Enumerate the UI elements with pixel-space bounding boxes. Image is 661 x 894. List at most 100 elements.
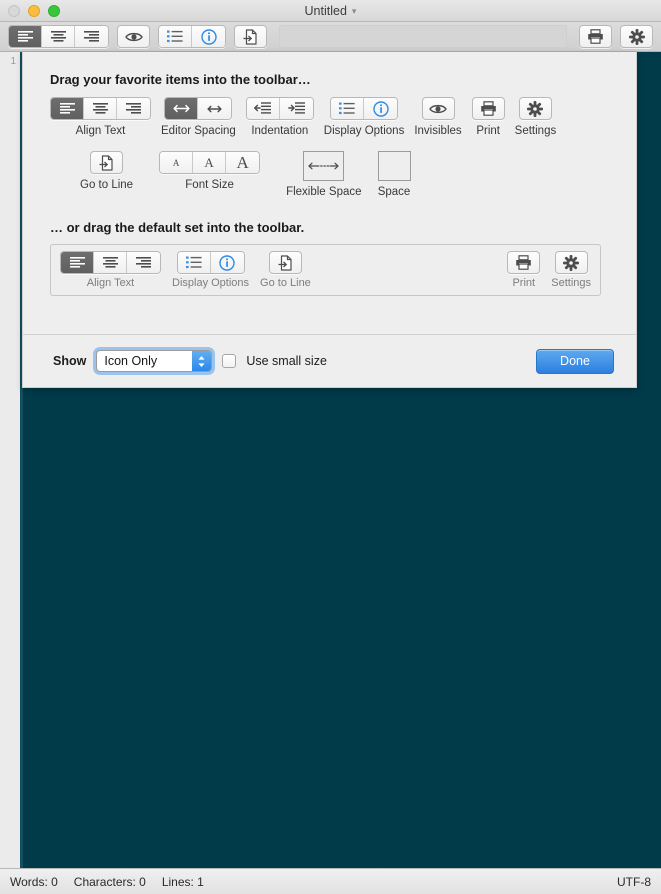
palette-item-font-size[interactable]: A A A Font Size: [159, 151, 261, 191]
palette-item-invisibles[interactable]: Invisibles: [414, 97, 462, 137]
go-to-line-button[interactable]: [268, 251, 302, 274]
arrows-horizontal-small-button[interactable]: [198, 98, 232, 119]
status-words: Words: 0: [10, 874, 58, 889]
palette-item-display-options[interactable]: Display Options: [324, 97, 404, 137]
font-size-medium-button[interactable]: A: [193, 152, 227, 173]
display-options-list-button[interactable]: [331, 98, 365, 119]
align-right-icon: [126, 102, 141, 114]
show-label: Show: [53, 354, 87, 368]
list-numbered-icon: [185, 256, 202, 269]
font-size-small-button[interactable]: A: [160, 152, 194, 173]
default-item-display-options[interactable]: Display Options: [172, 251, 249, 289]
default-item-go-to-line[interactable]: Go to Line: [260, 251, 311, 289]
print-button[interactable]: [471, 97, 505, 120]
display-options-list-button[interactable]: [177, 252, 211, 273]
main-toolbar: [0, 22, 661, 52]
done-button[interactable]: Done: [536, 348, 614, 374]
favorites-heading: Drag your favorite items into the toolba…: [50, 72, 311, 87]
palette-item-space[interactable]: Space: [377, 151, 411, 198]
toolbar-invisibles-button[interactable]: [117, 25, 150, 48]
align-left-button[interactable]: [9, 26, 42, 47]
palette-item-label: Editor Spacing: [161, 125, 236, 137]
font-size-large-button[interactable]: A: [226, 152, 260, 173]
indentation-segmented[interactable]: [245, 97, 314, 120]
stepper-arrows-icon[interactable]: [192, 351, 212, 371]
display-options-segmented[interactable]: [330, 97, 399, 120]
chevron-down-icon[interactable]: ▾: [352, 6, 357, 16]
status-characters: Characters: 0: [73, 874, 146, 889]
flexible-space-box[interactable]: [303, 151, 345, 181]
align-text-segmented[interactable]: [50, 97, 151, 120]
align-left-button[interactable]: [51, 98, 84, 119]
palette-item-flexible-space[interactable]: Flexible Space: [286, 151, 362, 198]
status-bar: Words: 0 Characters: 0 Lines: 1 UTF-8: [0, 868, 661, 894]
settings-button[interactable]: [554, 251, 588, 274]
indent-icon: [287, 102, 305, 114]
align-left-button[interactable]: [61, 252, 94, 273]
default-item-settings[interactable]: Settings: [551, 251, 591, 289]
default-item-print[interactable]: Print: [507, 251, 541, 289]
default-item-label: Align Text: [86, 277, 135, 289]
palette-item-print[interactable]: Print: [471, 97, 505, 137]
use-small-size-checkbox[interactable]: [222, 354, 237, 368]
arrows-horizontal-button[interactable]: [165, 98, 199, 119]
font-size-segmented[interactable]: A A A: [159, 151, 261, 174]
palette-item-indentation[interactable]: Indentation: [245, 97, 314, 137]
editor-spacing-segmented[interactable]: [164, 97, 233, 120]
settings-button[interactable]: [518, 97, 552, 120]
palette-row-1: Align Text Editor Spacing Indentation Di…: [23, 87, 636, 137]
sheet-controls-bar: Show Icon Only Use small size Done: [23, 335, 636, 387]
go-to-line-button[interactable]: [90, 151, 124, 174]
align-left-icon: [59, 102, 75, 114]
display-options-info-button[interactable]: [364, 98, 398, 119]
gear-icon: [563, 254, 580, 271]
align-right-icon: [84, 30, 99, 42]
show-mode-dropdown[interactable]: Icon Only: [96, 350, 213, 372]
indent-button[interactable]: [279, 98, 313, 119]
eye-icon: [124, 32, 143, 41]
palette-item-editor-spacing[interactable]: Editor Spacing: [161, 97, 236, 137]
palette-item-align-text[interactable]: Align Text: [50, 97, 151, 137]
goto-line-icon: [278, 254, 292, 271]
display-options-info-button[interactable]: [210, 252, 244, 273]
default-item-align-text[interactable]: Align Text: [60, 251, 161, 289]
palette-item-label: Font Size: [185, 179, 234, 191]
palette-item-label: Align Text: [75, 125, 126, 137]
default-toolbar-set[interactable]: Align Text Display Options Go to Line Pr…: [50, 244, 601, 296]
printer-icon: [480, 101, 496, 116]
toolbar-align-text-group[interactable]: [8, 25, 109, 48]
align-center-button[interactable]: [84, 98, 117, 119]
display-options-info-button[interactable]: [192, 26, 225, 47]
flexible-space-icon: [308, 162, 339, 170]
palette-item-go-to-line[interactable]: Go to Line: [80, 151, 133, 191]
default-item-label: Display Options: [172, 277, 250, 289]
invisibles-button[interactable]: [421, 97, 455, 120]
display-options-segmented[interactable]: [176, 251, 245, 274]
show-mode-value: Icon Only: [104, 354, 158, 368]
outdent-button[interactable]: [246, 98, 280, 119]
space-box[interactable]: [377, 151, 411, 181]
align-text-segmented[interactable]: [60, 251, 161, 274]
palette-item-settings[interactable]: Settings: [515, 97, 556, 137]
toolbar-print-button[interactable]: [579, 25, 612, 48]
align-center-icon: [92, 102, 108, 114]
info-circle-icon: [200, 28, 217, 45]
display-options-list-button[interactable]: [159, 26, 192, 47]
goto-line-icon: [243, 28, 257, 45]
align-right-button[interactable]: [117, 98, 150, 119]
use-small-size-label: Use small size: [246, 354, 327, 368]
toolbar-display-options-group[interactable]: [158, 25, 226, 48]
align-right-button[interactable]: [127, 252, 160, 273]
print-button[interactable]: [507, 251, 541, 274]
toolbar-settings-button[interactable]: [620, 25, 653, 48]
toolbar-go-to-line-button[interactable]: [234, 25, 267, 48]
status-encoding[interactable]: UTF-8: [617, 875, 651, 889]
align-center-button[interactable]: [42, 26, 75, 47]
window-titlebar: Untitled ▾: [0, 0, 661, 22]
default-item-label: Go to Line: [260, 277, 311, 289]
align-right-button[interactable]: [75, 26, 108, 47]
align-center-button[interactable]: [94, 252, 127, 273]
info-circle-icon: [372, 100, 389, 117]
window-title: Untitled: [304, 4, 347, 18]
list-numbered-icon: [339, 102, 355, 115]
